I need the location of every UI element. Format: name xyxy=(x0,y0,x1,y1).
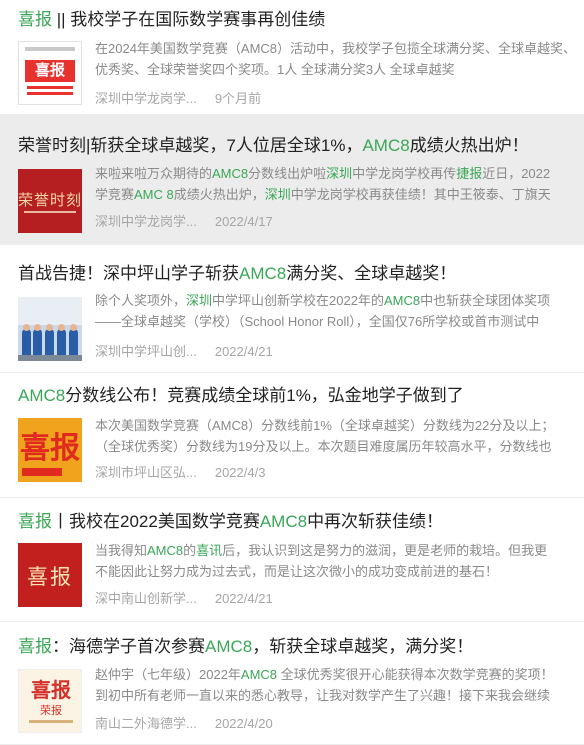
source-name[interactable]: 深圳中学坪山创... xyxy=(95,344,197,359)
result-item[interactable]: 喜报丨我校在2022美国数学竞赛AMC8中再次斩获佳绩！ 喜报 当我得知AMC8… xyxy=(0,498,584,622)
result-item[interactable]: AMC8分数线公布！竞赛成绩全球前1%，弘金地学子做到了 喜报 本次美国数学竞赛… xyxy=(0,373,584,498)
result-snippet: 当我得知AMC8的喜讯后，我认识到这是努力的滋润，更是老师的栽培。但我更 不能因… xyxy=(95,543,548,579)
publish-date: 2022/4/21 xyxy=(214,591,273,606)
result-thumbnail[interactable]: 喜报 xyxy=(18,418,82,482)
source-name[interactable]: 南山二外海德学... xyxy=(95,716,197,731)
result-item[interactable]: 首战告捷！深中坪山学子斩获AMC8满分奖、全球卓越奖！ 除个人奖项外，深圳中学坪… xyxy=(0,245,584,373)
result-thumbnail[interactable]: 喜报 荣报 xyxy=(18,669,82,733)
result-title[interactable]: 喜报：海德学子首次参赛AMC8，斩获全球卓越奖，满分奖！ xyxy=(18,636,473,658)
result-title[interactable]: 喜报丨我校在2022美国数学竞赛AMC8中再次斩获佳绩！ xyxy=(18,511,443,533)
publish-date: 2022/4/20 xyxy=(214,716,273,731)
result-snippet: 本次美国数学竞赛（AMC8）分数线前1%（全球卓越奖）分数线为22分及以上； （… xyxy=(95,418,555,454)
result-meta: 南山二外海德学... 2022/4/20 xyxy=(95,713,273,732)
result-thumbnail[interactable]: 喜报 xyxy=(18,543,82,607)
search-results-feed: 喜报 || 我校学子在国际数学赛事再创佳绩 喜报 在2024年美国数学竞赛（AM… xyxy=(0,0,584,745)
result-snippet: 来啦来啦万众期待的AMC8分数线出炉啦深圳中学龙岗学校再传捷报近日，2022 学… xyxy=(95,166,551,202)
result-meta: 深圳中学坪山创... 2022/4/21 xyxy=(95,341,273,360)
result-title[interactable]: 喜报 || 我校学子在国际数学赛事再创佳绩 xyxy=(18,9,325,31)
result-meta: 深中南山创新学... 2022/4/21 xyxy=(95,588,273,607)
publish-date: 2022/4/17 xyxy=(214,214,273,229)
source-name[interactable]: 深圳中学龙岗学... xyxy=(95,214,197,229)
source-name[interactable]: 深中南山创新学... xyxy=(95,591,197,606)
result-thumbnail[interactable]: 荣誉时刻 xyxy=(18,169,82,233)
source-name[interactable]: 深圳中学龙岗学... xyxy=(95,91,197,106)
result-item[interactable]: 喜报：海德学子首次参赛AMC8，斩获全球卓越奖，满分奖！ 喜报 荣报 赵仲宇（七… xyxy=(0,622,584,745)
publish-date: 2022/4/3 xyxy=(214,465,266,480)
result-item-hovered[interactable]: 荣誉时刻|斩获全球卓越奖，7人位居全球1%，AMC8成绩火热出炉！ 荣誉时刻 来… xyxy=(0,115,584,245)
result-title[interactable]: AMC8分数线公布！竞赛成绩全球前1%，弘金地学子做到了 xyxy=(18,385,464,407)
result-thumbnail[interactable] xyxy=(18,297,82,361)
publish-date: 2022/4/21 xyxy=(214,344,273,359)
result-meta: 深圳中学龙岗学... 9个月前 xyxy=(95,88,261,107)
result-meta: 深圳中学龙岗学... 2022/4/17 xyxy=(95,211,273,230)
result-item[interactable]: 喜报 || 我校学子在国际数学赛事再创佳绩 喜报 在2024年美国数学竞赛（AM… xyxy=(0,0,584,115)
result-meta: 深圳市坪山区弘... 2022/4/3 xyxy=(95,462,265,481)
source-name[interactable]: 深圳市坪山区弘... xyxy=(95,465,197,480)
publish-date: 9个月前 xyxy=(214,91,262,106)
result-snippet: 赵仲宇（七年级）2022年AMC8 全球优秀奖很开心能获得本次数学竞赛的奖项！ … xyxy=(95,667,554,703)
result-snippet: 除个人奖项外，深圳中学坪山创新学校在2022年的AMC8中也斩获全球团体奖项 —… xyxy=(95,293,551,329)
result-snippet: 在2024年美国数学竞赛（AMC8）活动中，我校学子包揽全球满分奖、全球卓越奖、… xyxy=(95,41,577,77)
result-title[interactable]: 首战告捷！深中坪山学子斩获AMC8满分奖、全球卓越奖！ xyxy=(18,263,456,285)
result-title[interactable]: 荣誉时刻|斩获全球卓越奖，7人位居全球1%，AMC8成绩火热出炉！ xyxy=(18,135,529,157)
result-thumbnail[interactable]: 喜报 xyxy=(18,41,82,105)
